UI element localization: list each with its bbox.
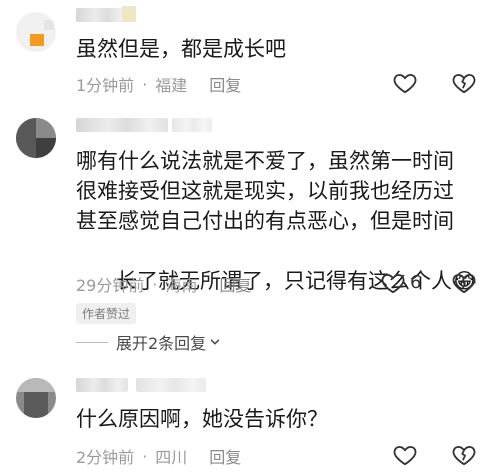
- comment-location: 福建: [155, 76, 188, 95]
- username-blurred[interactable]: [76, 118, 168, 132]
- comment-time: 29分钟前: [76, 276, 145, 295]
- comment-text[interactable]: 什么原因啊，她没告诉你？: [76, 404, 328, 434]
- comment-location: 四川: [155, 448, 188, 467]
- like-button[interactable]: [380, 270, 406, 296]
- broken-heart-icon: [452, 446, 476, 466]
- like-button[interactable]: [392, 442, 418, 468]
- comment-location: 海南: [165, 276, 198, 295]
- comment-text-line-3[interactable]: 甚至感觉自己付出的有点恶心，但是时间: [76, 206, 454, 236]
- expand-divider: [76, 341, 108, 343]
- heart-outline-icon: [393, 74, 417, 94]
- username-extra-blurred: [136, 378, 206, 392]
- meta-separator: ·: [142, 446, 148, 466]
- avatar[interactable]: [16, 118, 56, 158]
- meta-separator: ·: [142, 74, 148, 94]
- reply-button[interactable]: 回复: [209, 72, 241, 96]
- meta-separator: ·: [152, 274, 158, 294]
- comment-text-line-2[interactable]: 很难接受但这就是现实，以前我也经历过: [76, 176, 454, 206]
- dislike-button[interactable]: [451, 442, 477, 468]
- comment-text[interactable]: 虽然但是，都是成长吧: [76, 34, 286, 64]
- avatar[interactable]: [16, 12, 56, 52]
- chevron-down-icon: [210, 339, 220, 345]
- dislike-button[interactable]: [451, 270, 477, 296]
- comment-time: 1分钟前: [76, 76, 135, 95]
- username-badge-blurred: [122, 6, 136, 22]
- author-liked-badge: 作者赞过: [76, 303, 137, 324]
- dislike-button[interactable]: [451, 70, 477, 96]
- expand-replies-label: 展开2条回复: [116, 334, 207, 353]
- broken-heart-icon: [452, 274, 476, 294]
- avatar[interactable]: [16, 378, 56, 418]
- reply-button[interactable]: 回复: [219, 272, 251, 296]
- comment-meta: 2分钟前 · 四川 回复: [76, 444, 241, 468]
- like-count: 6: [410, 272, 422, 293]
- username-extra-blurred: [172, 118, 212, 132]
- expand-replies-button[interactable]: 展开2条回复: [76, 330, 220, 354]
- username-blurred[interactable]: [76, 378, 128, 392]
- comment-text-line-1[interactable]: 哪有什么说法就是不爱了，虽然第一时间: [76, 146, 454, 176]
- heart-outline-icon: [393, 446, 417, 466]
- comment-time: 2分钟前: [76, 448, 135, 467]
- broken-heart-icon: [452, 74, 476, 94]
- comment-list: 虽然但是，都是成长吧 1分钟前 · 福建 回复 哪有什么说法就是不爱了，虽然第一…: [0, 0, 500, 474]
- comment-meta: 29分钟前 · 海南 回复: [76, 272, 252, 296]
- heart-outline-icon: [381, 274, 405, 294]
- reply-button[interactable]: 回复: [209, 444, 241, 468]
- comment-meta: 1分钟前 · 福建 回复: [76, 72, 241, 96]
- like-button[interactable]: [392, 70, 418, 96]
